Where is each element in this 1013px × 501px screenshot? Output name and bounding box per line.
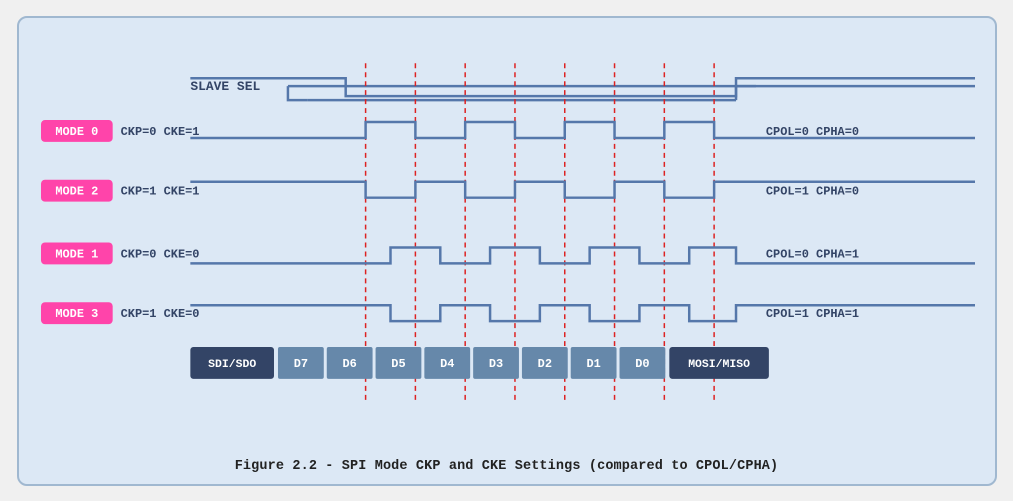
svg-text:D5: D5 (391, 356, 405, 370)
svg-text:D4: D4 (440, 356, 454, 370)
svg-text:D0: D0 (635, 356, 649, 370)
svg-text:CKP=0 CKE=0: CKP=0 CKE=0 (120, 247, 199, 261)
svg-text:CPOL=1 CPHA=0: CPOL=1 CPHA=0 (765, 184, 858, 198)
svg-text:CKP=0 CKE=1: CKP=0 CKE=1 (120, 124, 199, 138)
main-container: text { font-family: 'Courier New', Couri… (17, 16, 997, 486)
svg-text:D3: D3 (488, 356, 502, 370)
svg-text:MODE 3: MODE 3 (55, 307, 98, 321)
svg-text:MODE 1: MODE 1 (55, 247, 98, 261)
svg-text:D1: D1 (586, 356, 600, 370)
svg-text:D6: D6 (342, 356, 356, 370)
svg-text:D2: D2 (537, 356, 551, 370)
svg-text:CPOL=1 CPHA=1: CPOL=1 CPHA=1 (765, 307, 858, 321)
figure-caption: Figure 2.2 - SPI Mode CKP and CKE Settin… (39, 459, 975, 474)
svg-text:CPOL=0 CPHA=1: CPOL=0 CPHA=1 (765, 247, 858, 261)
svg-text:CKP=1 CKE=0: CKP=1 CKE=0 (120, 307, 199, 321)
svg-text:MODE 0: MODE 0 (55, 124, 98, 138)
svg-text:SDI/SDO: SDI/SDO (208, 357, 256, 370)
svg-text:CPOL=0 CPHA=0: CPOL=0 CPHA=0 (765, 124, 858, 138)
slave-sel-label: SLAVE SEL (190, 79, 260, 94)
svg-text:MOSI/MISO: MOSI/MISO (688, 357, 750, 370)
diagram-svg-container: text { font-family: 'Courier New', Couri… (39, 34, 975, 451)
svg-text:D7: D7 (293, 356, 307, 370)
svg-text:MODE 2: MODE 2 (55, 184, 98, 198)
svg-text:CKP=1 CKE=1: CKP=1 CKE=1 (120, 184, 199, 198)
